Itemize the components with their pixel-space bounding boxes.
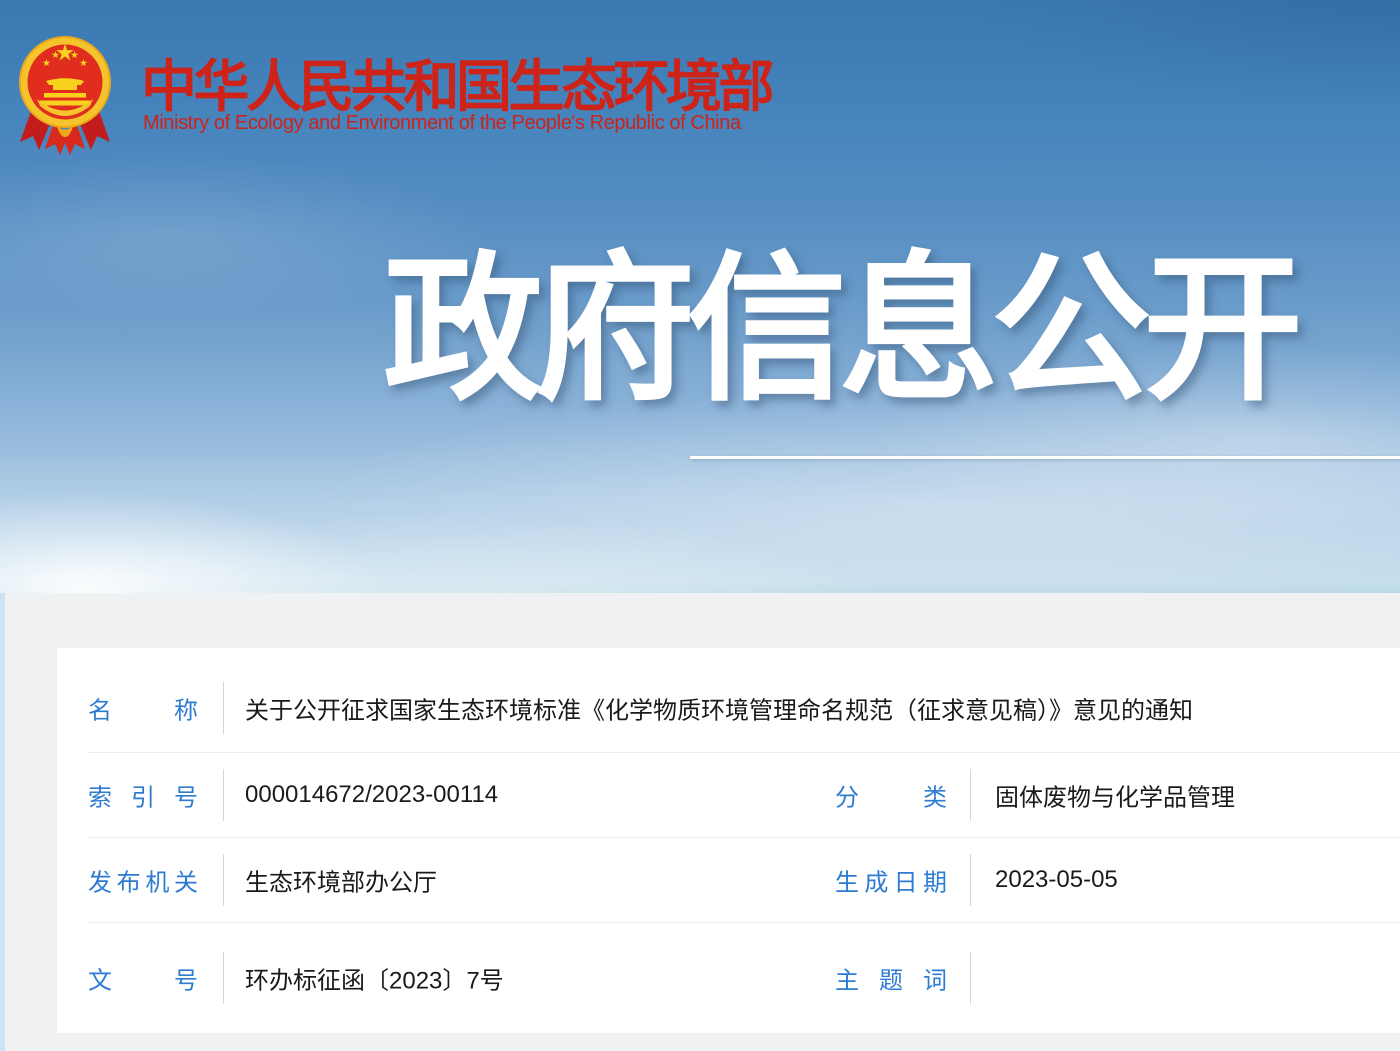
doc-no-label: 文号 bbox=[88, 961, 198, 996]
issuing-org-label: 发布机关 bbox=[88, 863, 198, 898]
name-label: 名称 bbox=[88, 691, 198, 726]
site-logo-link[interactable]: 中华人民共和国生态环境部 Ministry of Ecology and Env… bbox=[0, 0, 800, 180]
china-national-emblem-icon bbox=[17, 25, 113, 158]
info-row-index-category: 索引号 000014672/2023-00114 分类 固体废物与化学品管理 bbox=[88, 753, 1400, 838]
info-card: 名称 关于公开征求国家生态环境标准《化学物质环境管理命名规范（征求意见稿）》意见… bbox=[57, 648, 1400, 1033]
field-divider bbox=[970, 952, 971, 1004]
field-divider bbox=[223, 769, 224, 821]
banner-underline bbox=[690, 456, 1400, 459]
field-divider bbox=[970, 854, 971, 906]
info-row-name: 名称 关于公开征求国家生态环境标准《化学物质环境管理命名规范（征求意见稿）》意见… bbox=[88, 648, 1400, 753]
sky-banner: 中华人民共和国生态环境部 Ministry of Ecology and Env… bbox=[0, 0, 1400, 593]
field-divider bbox=[970, 769, 971, 821]
name-value: 关于公开征求国家生态环境标准《化学物质环境管理命名规范（征求意见稿）》意见的通知 bbox=[245, 691, 1193, 726]
info-row-docno-keywords: 文号 环办标征函〔2023〕7号 主题词 bbox=[88, 923, 1400, 1033]
issue-date-value: 2023-05-05 bbox=[995, 866, 1118, 894]
keywords-label: 主题词 bbox=[835, 961, 947, 996]
issue-date-label: 生成日期 bbox=[835, 863, 947, 898]
doc-no-value: 环办标征函〔2023〕7号 bbox=[245, 961, 504, 996]
field-divider bbox=[223, 854, 224, 906]
issuing-org-value: 生态环境部办公厅 bbox=[245, 863, 437, 898]
org-title-cn: 中华人民共和国生态环境部 bbox=[141, 42, 771, 123]
category-value: 固体废物与化学品管理 bbox=[995, 778, 1235, 813]
index-no-value: 000014672/2023-00114 bbox=[245, 781, 498, 809]
field-divider bbox=[223, 952, 224, 1004]
field-divider bbox=[223, 682, 224, 734]
category-label: 分类 bbox=[835, 778, 947, 813]
index-no-label: 索引号 bbox=[88, 778, 198, 813]
org-subtitle-en: Ministry of Ecology and Environment of t… bbox=[143, 112, 741, 135]
info-panel: 名称 关于公开征求国家生态环境标准《化学物质环境管理命名规范（征求意见稿）》意见… bbox=[5, 593, 1400, 1051]
page-banner-title: 政府信息公开 bbox=[383, 246, 1295, 414]
info-row-org-date: 发布机关 生态环境部办公厅 生成日期 2023-05-05 bbox=[88, 838, 1400, 923]
page-root: { "header": { "org_title_cn": "中华人民共和国生态… bbox=[0, 0, 1400, 1051]
